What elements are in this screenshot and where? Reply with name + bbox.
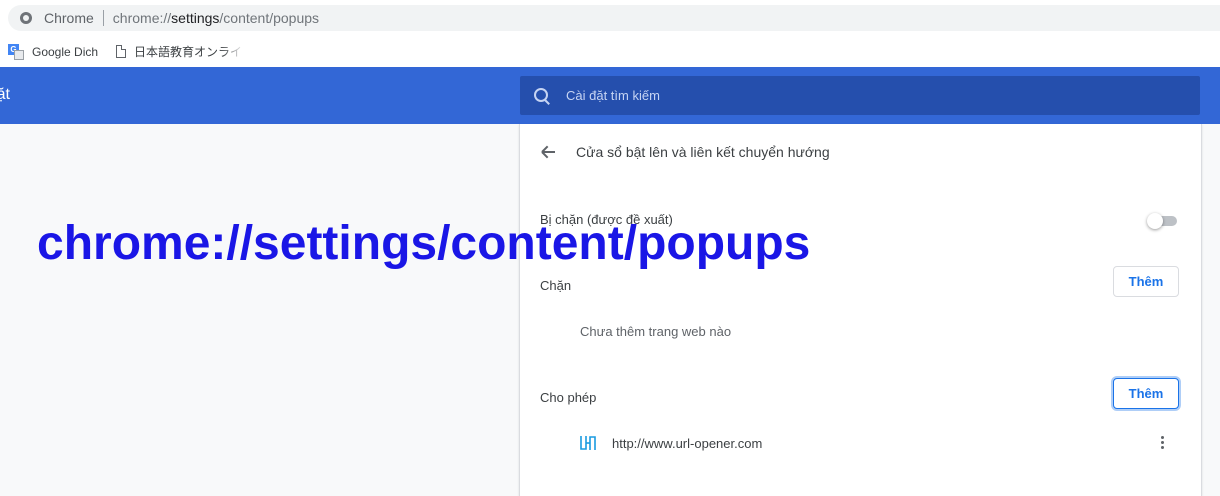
page-icon <box>116 45 127 58</box>
omnibox-separator <box>102 10 104 26</box>
settings-search-box[interactable] <box>520 76 1200 115</box>
url-scheme: chrome:// <box>112 10 172 26</box>
address-bar-row: Chrome chrome://settings/content/popups <box>0 0 1220 36</box>
allow-section-label: Cho phép <box>540 390 597 405</box>
omnibox-chip: Chrome <box>44 10 94 26</box>
url-path: /content/popups <box>219 10 320 26</box>
bookmark-label: Google Dich <box>32 44 99 59</box>
bookmarks-bar: G Google Dich 日本語教育オンライン <box>0 36 1220 68</box>
back-arrow-icon[interactable] <box>540 143 558 161</box>
block-section-label: Chặn <box>540 278 572 293</box>
url-opener-icon <box>580 436 596 450</box>
google-translate-icon: G <box>8 43 24 60</box>
chrome-site-info-icon[interactable] <box>20 12 32 24</box>
settings-header: ặt <box>0 67 1220 124</box>
block-empty-text: Chưa thêm trang web nào <box>580 324 732 339</box>
settings-title: ặt <box>0 86 10 103</box>
allowed-site-url: http://www.url-opener.com <box>612 436 763 451</box>
bookmark-label: 日本語教育オンライン <box>134 45 245 59</box>
block-add-button[interactable]: Thêm <box>1113 266 1179 297</box>
bookmark-japanese-online[interactable]: 日本語教育オンライン <box>116 43 244 60</box>
bookmark-google-dich[interactable]: G Google Dich <box>8 43 99 60</box>
blocked-toggle[interactable] <box>1147 213 1179 229</box>
settings-search-input[interactable] <box>566 88 1166 103</box>
search-icon <box>534 87 550 105</box>
allow-add-button[interactable]: Thêm <box>1113 378 1179 409</box>
omnibox[interactable]: Chrome chrome://settings/content/popups <box>8 5 1220 31</box>
page-title: Cửa sổ bật lên và liên kết chuyển hướng <box>576 144 830 160</box>
more-actions-icon[interactable] <box>1157 434 1167 452</box>
popups-settings-card: Cửa sổ bật lên và liên kết chuyển hướng … <box>519 124 1202 496</box>
overlay-caption: chrome://settings/content/popups <box>37 217 811 270</box>
url-host: settings <box>171 10 220 26</box>
omnibox-url[interactable]: chrome://settings/content/popups <box>113 10 319 26</box>
